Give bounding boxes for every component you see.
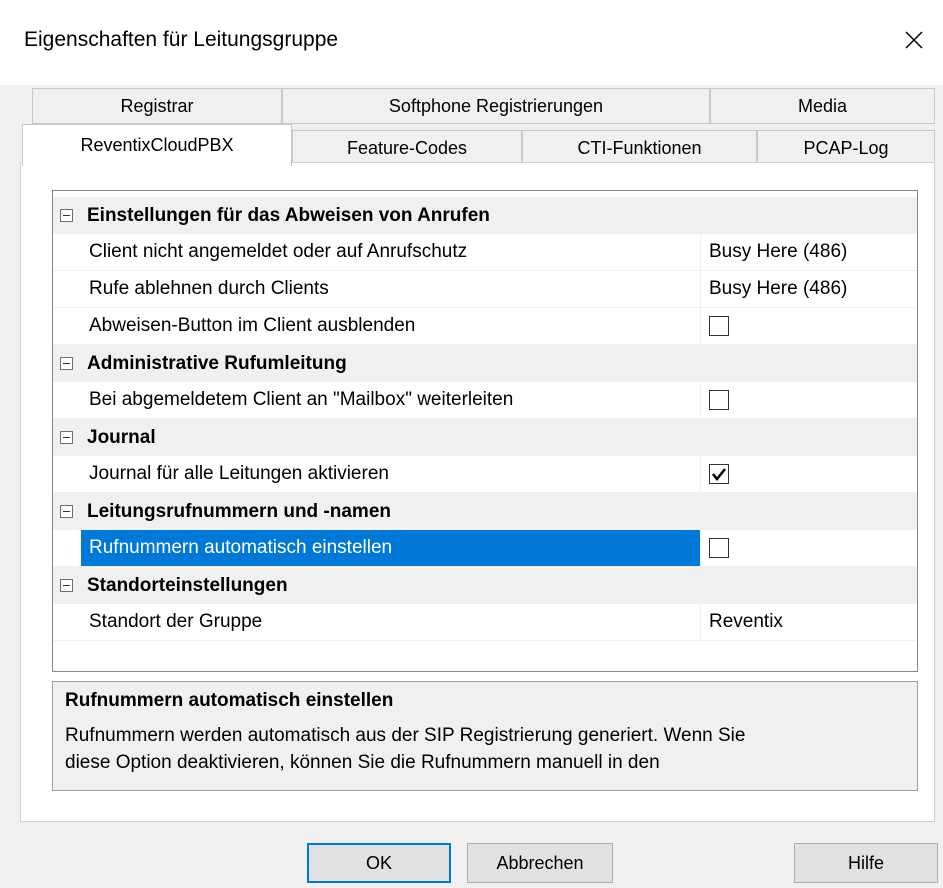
property-grid[interactable]: Einstellungen für das Abweisen von Anruf… bbox=[52, 190, 918, 672]
close-button[interactable] bbox=[885, 12, 943, 68]
category-label: Administrative Rufumleitung bbox=[87, 353, 347, 374]
property-name: Abweisen-Button im Client ausblenden bbox=[81, 308, 701, 344]
checkmark-icon bbox=[712, 468, 726, 482]
category-label: Journal bbox=[87, 427, 156, 448]
property-name: Journal für alle Leitungen aktivieren bbox=[81, 456, 701, 492]
ok-button[interactable]: OK bbox=[307, 843, 451, 883]
category-row[interactable]: Einstellungen für das Abweisen von Anruf… bbox=[53, 197, 917, 234]
category-label: Einstellungen für das Abweisen von Anruf… bbox=[87, 205, 490, 226]
category-label: Standorteinstellungen bbox=[87, 575, 288, 596]
property-row[interactable]: Rufe ablehnen durch Clients Busy Here (4… bbox=[53, 271, 917, 308]
category-row[interactable]: Leitungsrufnummern und -namen bbox=[53, 493, 917, 530]
description-panel: Rufnummern automatisch einstellen Rufnum… bbox=[52, 681, 918, 791]
cancel-button[interactable]: Abbrechen bbox=[467, 843, 613, 883]
property-value[interactable]: Reventix bbox=[709, 611, 783, 633]
property-row[interactable]: Bei abgemeldetem Client an "Mailbox" wei… bbox=[53, 382, 917, 419]
property-name: Client nicht angemeldet oder auf Anrufsc… bbox=[81, 234, 701, 270]
category-row[interactable]: Journal bbox=[53, 419, 917, 456]
collapse-icon[interactable] bbox=[60, 357, 73, 370]
category-row[interactable]: Administrative Rufumleitung bbox=[53, 345, 917, 382]
property-row[interactable]: Journal für alle Leitungen aktivieren bbox=[53, 456, 917, 493]
property-name: Bei abgemeldetem Client an "Mailbox" wei… bbox=[81, 382, 701, 418]
close-icon bbox=[905, 31, 923, 49]
window-title: Eigenschaften für Leitungsgruppe bbox=[24, 28, 339, 51]
property-row[interactable]: Rufnummern automatisch einstellen bbox=[53, 530, 917, 567]
property-checkbox[interactable] bbox=[709, 464, 729, 484]
tab-feature-codes[interactable]: Feature-Codes bbox=[292, 130, 522, 166]
description-line: diese Option deaktivieren, können Sie di… bbox=[65, 752, 660, 773]
collapse-icon[interactable] bbox=[60, 431, 73, 444]
collapse-icon[interactable] bbox=[60, 505, 73, 518]
property-checkbox[interactable] bbox=[709, 390, 729, 410]
property-row[interactable]: Standort der Gruppe Reventix bbox=[53, 604, 917, 641]
property-name-selected: Rufnummern automatisch einstellen bbox=[81, 530, 701, 566]
property-value[interactable]: Busy Here (486) bbox=[709, 241, 847, 263]
property-checkbox[interactable] bbox=[709, 316, 729, 336]
tab-media[interactable]: Media bbox=[710, 88, 935, 124]
tab-cti-funktionen[interactable]: CTI-Funktionen bbox=[522, 130, 757, 166]
collapse-icon[interactable] bbox=[60, 209, 73, 222]
tab-pcap-log[interactable]: PCAP-Log bbox=[757, 130, 935, 166]
category-label: Leitungsrufnummern und -namen bbox=[87, 501, 391, 522]
collapse-icon[interactable] bbox=[60, 579, 73, 592]
property-row[interactable]: Abweisen-Button im Client ausblenden bbox=[53, 308, 917, 345]
description-line: Rufnummern werden automatisch aus der SI… bbox=[65, 725, 746, 746]
category-row[interactable]: Standorteinstellungen bbox=[53, 567, 917, 604]
tab-reventixcloudpbx[interactable]: ReventixCloudPBX bbox=[22, 124, 292, 166]
description-title: Rufnummern automatisch einstellen bbox=[65, 690, 394, 711]
property-row[interactable]: Client nicht angemeldet oder auf Anrufsc… bbox=[53, 234, 917, 271]
property-value[interactable]: Busy Here (486) bbox=[709, 278, 847, 300]
property-name: Rufe ablehnen durch Clients bbox=[81, 271, 701, 307]
help-button[interactable]: Hilfe bbox=[794, 843, 938, 883]
tab-softphone-registrierungen[interactable]: Softphone Registrierungen bbox=[282, 88, 710, 124]
property-name: Standort der Gruppe bbox=[81, 604, 701, 640]
description-text: Rufnummern werden automatisch aus der SI… bbox=[65, 722, 915, 776]
title-bar: Eigenschaften für Leitungsgruppe bbox=[0, 0, 943, 85]
tab-registrar[interactable]: Registrar bbox=[32, 88, 282, 124]
property-checkbox[interactable] bbox=[709, 538, 729, 558]
